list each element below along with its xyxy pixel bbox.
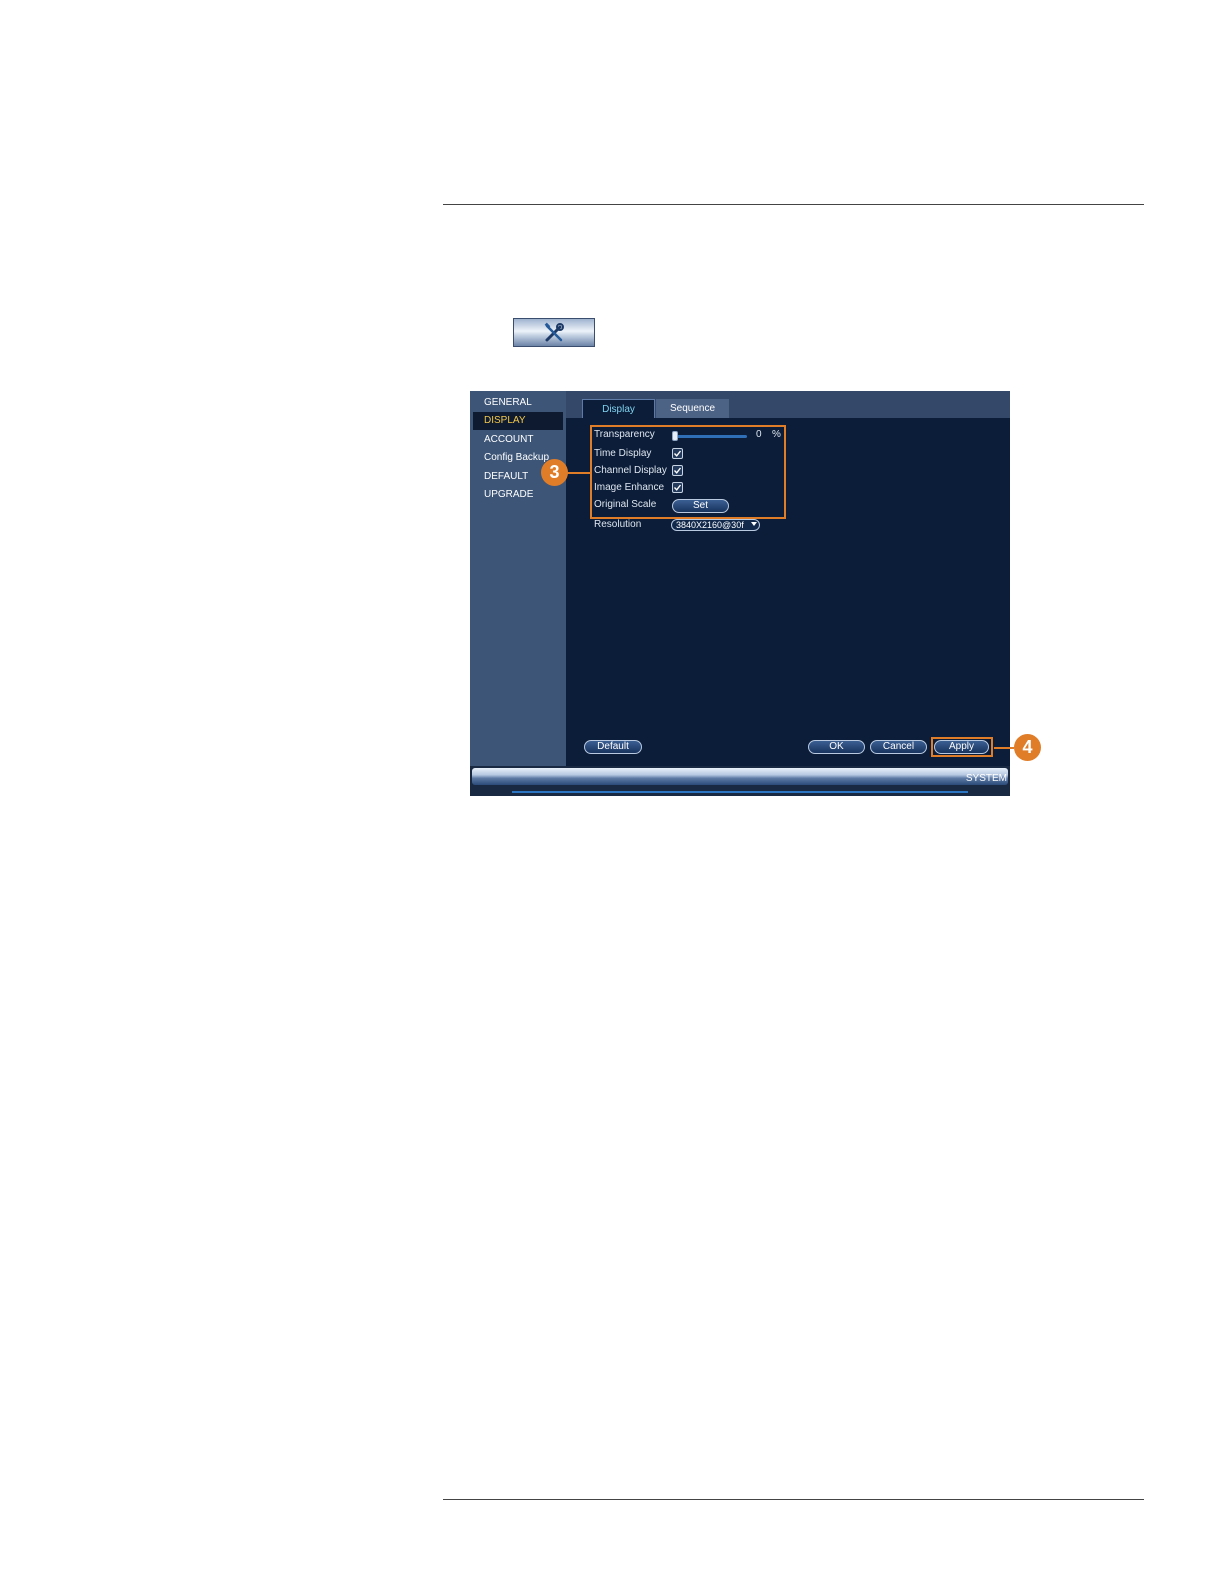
footer-rule xyxy=(443,1499,1144,1500)
wrench-screwdriver-icon xyxy=(544,322,564,341)
tab-sequence[interactable]: Sequence xyxy=(656,399,729,418)
callout-3-badge: 3 xyxy=(541,459,568,486)
system-tool-button[interactable] xyxy=(513,318,595,347)
callout-3-connector xyxy=(566,472,592,474)
sidebar-item-account[interactable]: ACCOUNT xyxy=(473,431,563,449)
sidebar-item-general[interactable]: GENERAL xyxy=(473,394,563,412)
resolution-select[interactable]: 3840X2160@30f xyxy=(671,519,760,531)
resolution-label: Resolution xyxy=(594,519,642,530)
sidebar-item-upgrade[interactable]: UPGRADE xyxy=(473,486,563,504)
chevron-down-icon xyxy=(751,522,757,526)
system-display-window: GENERAL DISPLAY ACCOUNT Config Backup DE… xyxy=(470,391,1010,796)
sidebar: GENERAL DISPLAY ACCOUNT Config Backup DE… xyxy=(470,391,566,766)
callout-4-badge: 4 xyxy=(1014,734,1041,761)
header-rule xyxy=(443,204,1144,205)
tab-bar: Display Sequence xyxy=(566,391,1010,418)
cancel-button[interactable]: Cancel xyxy=(870,740,927,754)
callout-4-connector xyxy=(994,747,1014,749)
sidebar-item-display[interactable]: DISPLAY xyxy=(473,412,563,430)
ok-button[interactable]: OK xyxy=(808,740,865,754)
status-bar-title: SYSTEM xyxy=(965,773,1007,784)
tab-display[interactable]: Display xyxy=(582,399,655,418)
apply-highlight-box xyxy=(931,737,993,757)
status-bar-glass xyxy=(472,768,1008,785)
resolution-value: 3840X2160@30f xyxy=(676,520,744,530)
status-bar: SYSTEM xyxy=(470,766,1010,796)
status-bar-line xyxy=(512,791,968,793)
default-button[interactable]: Default xyxy=(584,740,642,754)
settings-highlight-box xyxy=(590,425,786,519)
settings-panel: Display Sequence Transparency 0 % Time D… xyxy=(566,391,1010,766)
